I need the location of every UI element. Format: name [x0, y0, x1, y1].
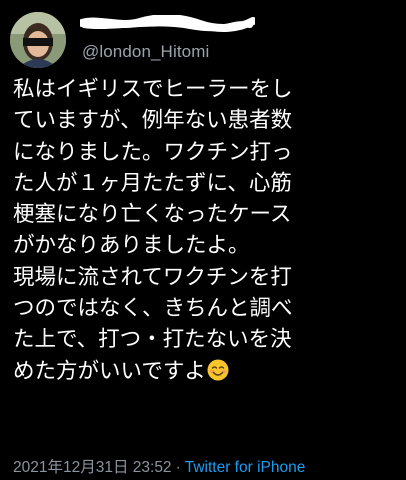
tweet-text-line: ていますが、例年ない患者数: [13, 108, 293, 134]
smiling-face-emoji-icon: [207, 359, 229, 381]
tweet-timestamp[interactable]: 2021年12月31日 23:52: [13, 459, 172, 476]
tweet-text-line: がかなりありましたよ。: [13, 233, 250, 259]
avatar[interactable]: [10, 12, 66, 68]
tweet-text-line-last: めた方がいいですよ: [13, 356, 398, 387]
meta-separator: ·: [175, 459, 181, 476]
tweet-text-line: になりました。ワクチン打っ: [13, 139, 293, 165]
tweet-text-line: た人が１ヶ月たたずに、心筋: [13, 170, 292, 196]
tweet-text: 私はイギリスでヒーラーをし ていますが、例年ない患者数 になりました。ワクチン打…: [13, 74, 398, 387]
redacted-display-name: [80, 15, 255, 32]
tweet-text-segment: めた方がいいですよ: [13, 358, 206, 384]
tweet-card: @london_Hitomi 私はイギリスでヒーラーをし ていますが、例年ない患…: [0, 0, 406, 480]
tweet-text-line: た上で、打つ・打たないを決: [13, 327, 292, 353]
tweet-meta: 2021年12月31日 23:52 · Twitter for iPhone: [13, 455, 305, 477]
profile-photo-icon: [10, 12, 66, 68]
tweet-text-line: 梗塞になり亡くなったケース: [13, 202, 292, 228]
tweet-text-line: 現場に流されてワクチンを打: [13, 264, 292, 290]
user-handle[interactable]: @london_Hitomi: [82, 42, 209, 62]
censor-bar: [23, 38, 53, 46]
tweet-text-line: つのではなく、きちんと調べ: [13, 296, 293, 322]
tweet-text-line: 私はイギリスでヒーラーをし: [13, 77, 293, 102]
tweet-source-link[interactable]: Twitter for iPhone: [185, 459, 306, 476]
